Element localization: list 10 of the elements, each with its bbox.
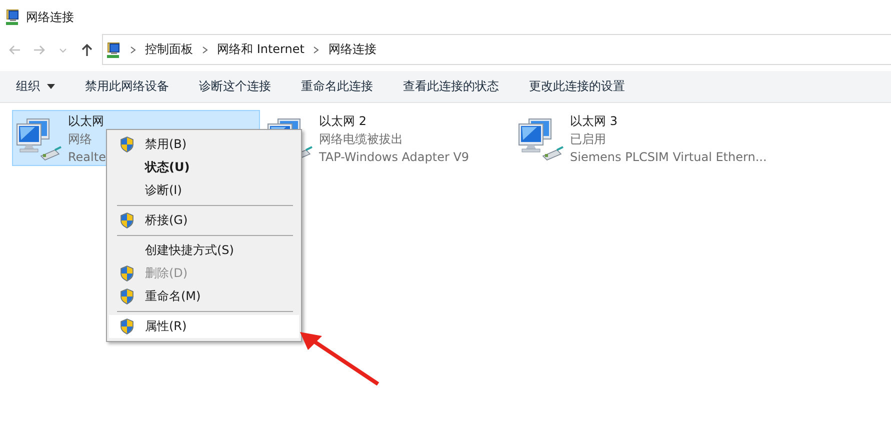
connection-name: 以太网 2	[319, 113, 368, 130]
adapter-name: Siemens PLCSIM Virtual Ethern...	[570, 149, 767, 166]
connection-status: 网络电缆被拔出	[319, 131, 404, 148]
window-title: 网络连接	[26, 8, 74, 26]
connection-status: 已启用	[570, 131, 607, 148]
connection-status: 网络	[68, 131, 93, 148]
adapter-name: Realte	[68, 149, 106, 166]
adapter-name: TAP-Windows Adapter V9	[319, 149, 470, 166]
connection-name: 以太网 3	[570, 113, 618, 130]
connection-name: 以太网	[68, 113, 105, 130]
